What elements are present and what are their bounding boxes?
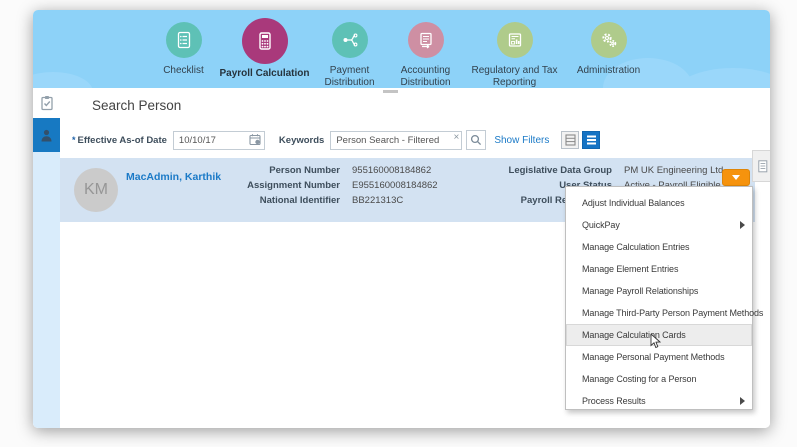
- gears-icon: [590, 22, 627, 58]
- menu-item-manage-payroll-relationships[interactable]: Manage Payroll Relationships: [566, 280, 752, 302]
- calendar-icon[interactable]: [249, 133, 262, 151]
- field-value: PM UK Engineering Ltd: [624, 165, 724, 176]
- menu-item-adjust-individual-balances[interactable]: Adjust Individual Balances: [566, 192, 752, 214]
- menu-item-label: Manage Calculation Entries: [582, 242, 690, 252]
- chevron-down-icon: [732, 175, 740, 180]
- clear-icon[interactable]: ×: [453, 132, 459, 143]
- accounting-distribution-icon: [407, 22, 444, 58]
- menu-item-manage-costing-for-a-person[interactable]: Manage Costing for a Person: [566, 368, 752, 390]
- keywords-wrap: ×: [330, 130, 463, 150]
- person-left-fields: Person Number 955160008184862 Assignment …: [190, 165, 438, 210]
- menu-item-label: Manage Calculation Cards: [582, 330, 686, 340]
- field-value: 955160008184862: [352, 165, 432, 176]
- payment-distribution-icon: [331, 22, 368, 58]
- mouse-cursor-icon: [650, 334, 661, 349]
- menu-item-label: Manage Payroll Relationships: [582, 286, 699, 296]
- field-value: E955160008184862: [352, 180, 438, 191]
- menu-item-manage-element-entries[interactable]: Manage Element Entries: [566, 258, 752, 280]
- menu-item-label: Process Results: [582, 396, 646, 406]
- nav-item-checklist[interactable]: Checklist: [151, 20, 217, 77]
- menu-item-label: QuickPay: [582, 220, 620, 230]
- menu-item-process-results[interactable]: Process Results: [566, 390, 752, 412]
- effective-date-label: * Effective As-of Date: [72, 134, 167, 146]
- search-button[interactable]: [466, 130, 487, 150]
- keywords-input[interactable]: [330, 131, 463, 150]
- nav-label: Administration: [576, 65, 641, 76]
- table-view-icon: [565, 134, 576, 146]
- field-label: National Identifier: [259, 195, 340, 206]
- nav-item-payroll-calculation[interactable]: Payroll Calculation: [217, 18, 313, 80]
- sidebar-item-person-search[interactable]: [33, 118, 65, 152]
- effective-date-wrap: [172, 130, 265, 151]
- avatar: KM: [74, 168, 118, 212]
- submenu-arrow-icon: [740, 397, 745, 405]
- nav-label: Payment Distribution: [324, 65, 375, 88]
- keywords-label: Keywords: [278, 134, 325, 146]
- row-actions-button[interactable]: [722, 169, 750, 186]
- menu-item-label: Manage Costing for a Person: [582, 374, 697, 384]
- nav-item-accounting-distribution[interactable]: Accounting Distribution: [387, 20, 465, 88]
- nav-label: Regulatory and Tax Reporting: [471, 65, 558, 88]
- panel-grid-icon: [757, 159, 767, 172]
- menu-item-manage-third-party-person-payment-methods[interactable]: Manage Third-Party Person Payment Method…: [566, 302, 763, 324]
- nav-item-regulatory-tax-reporting[interactable]: Regulatory and Tax Reporting: [465, 20, 565, 88]
- menu-item-manage-calculation-cards[interactable]: Manage Calculation Cards: [566, 324, 752, 349]
- menu-item-label: Manage Element Entries: [582, 264, 679, 274]
- header-collapse-handle[interactable]: [383, 90, 398, 93]
- list-view-icon: [586, 135, 596, 145]
- regulatory-report-icon: [496, 22, 533, 58]
- list-view-toggle[interactable]: [582, 131, 601, 149]
- app-window: Checklist Payroll Calculation Payment Di…: [33, 10, 770, 428]
- menu-item-manage-personal-payment-methods[interactable]: Manage Personal Payment Methods: [566, 346, 752, 368]
- menu-item-quickpay[interactable]: QuickPay: [566, 214, 752, 236]
- side-panel-button[interactable]: [752, 150, 770, 182]
- required-marker: *: [72, 134, 76, 145]
- nav-label: Accounting Distribution: [400, 65, 451, 88]
- field-label: Assignment Number: [247, 180, 340, 191]
- field-label: Legislative Data Group: [508, 165, 612, 176]
- checklist-icon: [165, 22, 202, 58]
- show-filters-link[interactable]: Show Filters: [494, 135, 549, 146]
- left-sidebar: [33, 88, 65, 428]
- search-form: *Effective As-of Date Keywords × Show Fi…: [72, 130, 601, 151]
- menu-item-manage-calculation-entries[interactable]: Manage Calculation Entries: [566, 236, 752, 258]
- page-title: Search Person: [92, 98, 182, 113]
- field-value: BB221313C: [352, 195, 404, 206]
- menu-item-label: Manage Third-Party Person Payment Method…: [582, 308, 764, 318]
- sidebar-strip: [33, 152, 60, 428]
- menu-item-label: Manage Personal Payment Methods: [582, 352, 725, 362]
- top-header: Checklist Payroll Calculation Payment Di…: [33, 10, 770, 88]
- table-view-toggle[interactable]: [561, 131, 580, 149]
- nav-item-administration[interactable]: Administration: [565, 20, 653, 77]
- nav-label: Payroll Calculation: [219, 68, 310, 79]
- submenu-arrow-icon: [740, 221, 745, 229]
- menu-item-label: Adjust Individual Balances: [582, 198, 685, 208]
- payroll-nav: Checklist Payroll Calculation Payment Di…: [33, 18, 770, 88]
- nav-label: Checklist: [163, 65, 204, 76]
- tasks-clipboard-icon: [40, 96, 53, 111]
- sidebar-item-tasks[interactable]: [33, 88, 60, 118]
- person-icon: [41, 129, 52, 141]
- row-actions-menu: Adjust Individual Balances QuickPay Mana…: [565, 186, 763, 412]
- field-label: Person Number: [269, 165, 340, 176]
- nav-item-payment-distribution[interactable]: Payment Distribution: [313, 20, 387, 88]
- calculator-icon: [241, 18, 288, 64]
- search-icon: [471, 134, 482, 146]
